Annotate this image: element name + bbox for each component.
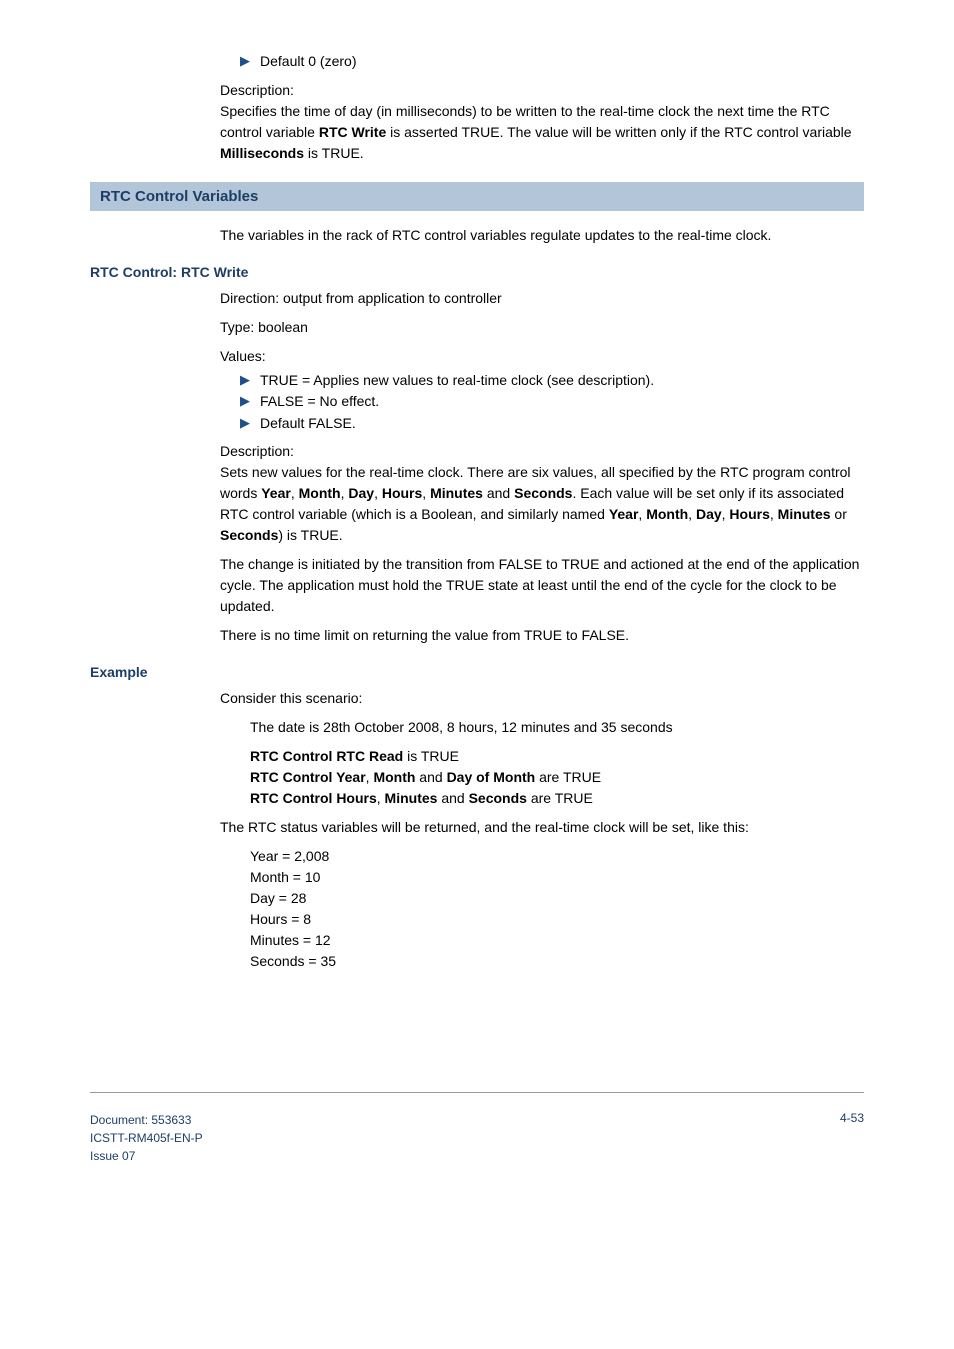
year-bold: Year	[609, 506, 639, 522]
ex-line2-bold: RTC Control Year	[250, 769, 366, 785]
result-values: Year = 2,008 Month = 10 Day = 28 Hours =…	[250, 846, 864, 972]
value-bullet-true: ▶ TRUE = Applies new values to real-time…	[240, 371, 864, 391]
seconds-bold: Seconds	[220, 527, 278, 543]
bullet-arrow-icon: ▶	[240, 371, 250, 389]
ex-line3-bold: RTC Control Hours	[250, 790, 377, 806]
result-day: Day = 28	[250, 890, 306, 906]
result-minutes: Minutes = 12	[250, 932, 331, 948]
sep: and	[415, 769, 446, 785]
page-footer: Document: 553633 ICSTT-RM405f-EN-P Issue…	[90, 1092, 864, 1165]
direction-text: Direction: output from application to co…	[220, 288, 864, 309]
desc2-para2: The change is initiated by the transitio…	[220, 554, 864, 617]
minutes-bold: Minutes	[778, 506, 831, 522]
ex-line3-tail: are TRUE	[527, 790, 593, 806]
hours-bold: Hours	[729, 506, 769, 522]
example-date: The date is 28th October 2008, 8 hours, …	[250, 717, 864, 738]
example-intro: Consider this scenario:	[220, 688, 864, 709]
desc-text-part: is asserted TRUE. The value will be writ…	[386, 124, 851, 140]
hours-bold: Hours	[382, 485, 422, 501]
month-bold: Month	[373, 769, 415, 785]
footer-left: Document: 553633 ICSTT-RM405f-EN-P Issue…	[90, 1111, 203, 1165]
description-block-1: Description: Specifies the time of day (…	[220, 80, 864, 164]
value-bullet-default: ▶ Default FALSE.	[240, 414, 864, 434]
minutes-bold: Minutes	[430, 485, 483, 501]
example-conditions: RTC Control RTC Read is TRUE RTC Control…	[250, 746, 864, 809]
sep: ,	[291, 485, 299, 501]
day-of-month-bold: Day of Month	[447, 769, 536, 785]
month-bold: Month	[299, 485, 341, 501]
description-label: Description:	[220, 443, 294, 459]
footer-code: ICSTT-RM405f-EN-P	[90, 1131, 203, 1145]
bullet-arrow-icon: ▶	[240, 52, 250, 70]
sep: ,	[374, 485, 382, 501]
bullet-text: TRUE = Applies new values to real-time c…	[260, 371, 654, 391]
band-paragraph: The variables in the rack of RTC control…	[220, 225, 864, 246]
sep: and	[483, 485, 514, 501]
seconds-bold: Seconds	[514, 485, 572, 501]
bullet-default-zero: ▶ Default 0 (zero)	[240, 52, 864, 72]
bullet-text: Default FALSE.	[260, 414, 356, 434]
sep: ,	[770, 506, 778, 522]
desc2-para3: There is no time limit on returning the …	[220, 625, 864, 646]
bullet-text: Default 0 (zero)	[260, 52, 356, 72]
ex-line2-tail: are TRUE	[535, 769, 601, 785]
desc2-text: ) is TRUE.	[278, 527, 342, 543]
bullet-arrow-icon: ▶	[240, 414, 250, 432]
footer-document: Document: 553633	[90, 1113, 191, 1127]
value-bullet-false: ▶ FALSE = No effect.	[240, 392, 864, 412]
sep: ,	[377, 790, 385, 806]
section-band-rtc-control: RTC Control Variables	[90, 182, 864, 211]
day-bold: Day	[696, 506, 722, 522]
bullet-arrow-icon: ▶	[240, 392, 250, 410]
day-bold: Day	[348, 485, 374, 501]
description-label: Description:	[220, 82, 294, 98]
month-bold: Month	[646, 506, 688, 522]
ex-line1-tail: is TRUE	[403, 748, 459, 764]
desc-text-part: is TRUE.	[304, 145, 364, 161]
footer-issue: Issue 07	[90, 1149, 135, 1163]
sep: ,	[422, 485, 430, 501]
subhead-example: Example	[90, 664, 864, 680]
result-month: Month = 10	[250, 869, 320, 885]
minutes-bold: Minutes	[385, 790, 438, 806]
seconds-bold: Seconds	[469, 790, 527, 806]
sep: and	[437, 790, 468, 806]
values-label: Values:	[220, 346, 864, 367]
year-bold: Year	[261, 485, 291, 501]
bullet-text: FALSE = No effect.	[260, 392, 379, 412]
subhead-rtc-write: RTC Control: RTC Write	[90, 264, 864, 280]
rtc-write-bold: RTC Write	[319, 124, 386, 140]
type-text: Type: boolean	[220, 317, 864, 338]
description-block-2: Description: Sets new values for the rea…	[220, 441, 864, 546]
sep: ,	[688, 506, 696, 522]
ex-line1-bold: RTC Control RTC Read	[250, 748, 403, 764]
result-intro: The RTC status variables will be returne…	[220, 817, 864, 838]
result-hours: Hours = 8	[250, 911, 311, 927]
milliseconds-bold: Milliseconds	[220, 145, 304, 161]
result-seconds: Seconds = 35	[250, 953, 336, 969]
sep: or	[831, 506, 847, 522]
result-year: Year = 2,008	[250, 848, 329, 864]
footer-page-number: 4-53	[840, 1111, 864, 1165]
